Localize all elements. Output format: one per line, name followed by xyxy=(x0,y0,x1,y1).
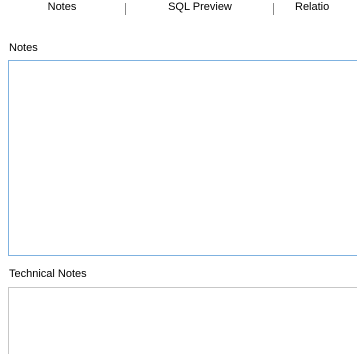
tab-relations[interactable]: Relatio xyxy=(275,0,357,15)
tab-sql-preview[interactable]: SQL Preview xyxy=(128,0,272,15)
tab-notes-label: Notes xyxy=(47,1,77,13)
notes-label: Notes xyxy=(9,42,38,54)
tab-notes[interactable]: Notes xyxy=(0,0,124,15)
tab-strip: Notes SQL Preview Relatio xyxy=(0,0,357,17)
notes-textarea[interactable] xyxy=(8,60,357,256)
tab-relations-label: Relatio xyxy=(295,1,330,13)
notes-panel: Notes SQL Preview Relatio Notes Technica… xyxy=(0,0,357,354)
tab-sql-preview-label: SQL Preview xyxy=(168,1,232,13)
technical-notes-textarea[interactable] xyxy=(8,287,357,354)
tab-separator xyxy=(125,3,126,15)
tab-separator xyxy=(273,3,274,15)
technical-notes-label: Technical Notes xyxy=(9,268,87,280)
